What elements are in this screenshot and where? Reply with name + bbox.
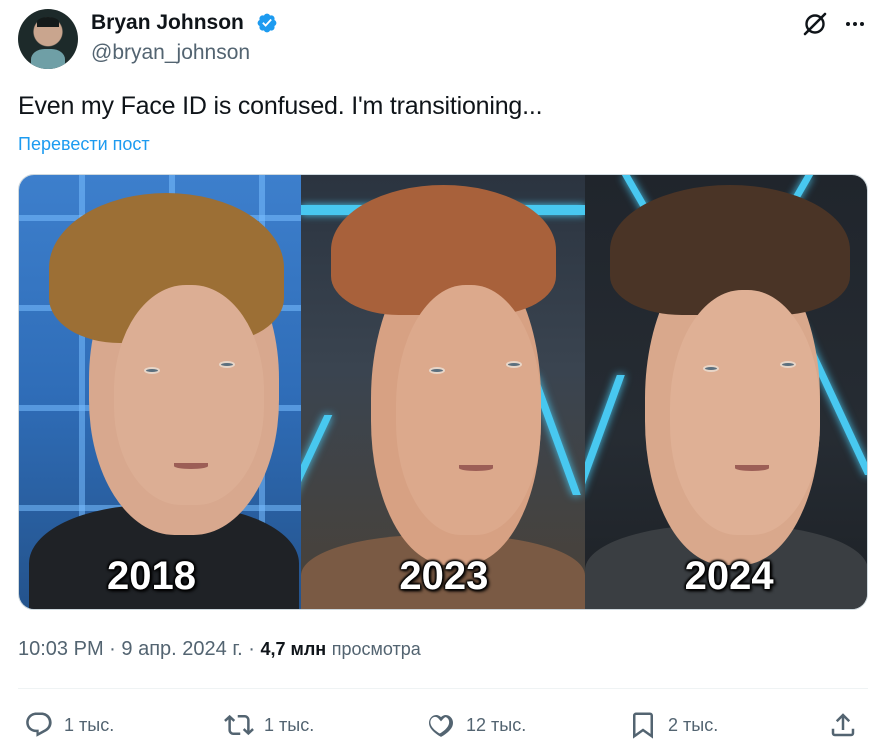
reply-count: 1 тыс. bbox=[64, 714, 115, 735]
tweet-media-image[interactable]: 2018 2023 2024 bbox=[18, 174, 868, 610]
divider bbox=[18, 688, 868, 689]
author-handle[interactable]: @bryan_johnson bbox=[91, 41, 250, 65]
avatar[interactable] bbox=[18, 9, 78, 69]
repost-button[interactable]: 1 тыс. bbox=[224, 708, 314, 742]
year-label: 2018 bbox=[107, 554, 196, 598]
repost-icon bbox=[224, 714, 254, 736]
translate-link[interactable]: Перевести пост bbox=[18, 134, 150, 155]
more-icon[interactable] bbox=[840, 9, 870, 39]
media-panel-2018: 2018 bbox=[19, 175, 302, 609]
views-label: просмотра bbox=[331, 639, 421, 659]
verified-badge-icon bbox=[257, 13, 277, 33]
media-panel-2024: 2024 bbox=[584, 175, 867, 609]
reply-button[interactable]: 1 тыс. bbox=[24, 708, 114, 742]
separator: · bbox=[109, 638, 116, 660]
share-button[interactable] bbox=[828, 708, 858, 742]
separator: · bbox=[248, 638, 255, 660]
bookmark-button[interactable]: 2 тыс. bbox=[628, 708, 718, 742]
year-label: 2023 bbox=[399, 554, 489, 598]
heart-icon bbox=[428, 714, 454, 737]
tweet-text: Even my Face ID is confused. I'm transit… bbox=[18, 92, 543, 120]
bookmark-count: 2 тыс. bbox=[668, 714, 719, 735]
bookmark-icon bbox=[633, 712, 653, 739]
tweet-meta: 10:03 PM · 9 апр. 2024 г. · 4,7 млн прос… bbox=[18, 638, 421, 661]
tweet-date[interactable]: 9 апр. 2024 г. bbox=[121, 638, 242, 660]
like-count: 12 тыс. bbox=[466, 714, 527, 735]
views-count[interactable]: 4,7 млн bbox=[261, 639, 327, 659]
share-icon bbox=[831, 713, 855, 737]
tweet-time[interactable]: 10:03 PM bbox=[18, 638, 104, 660]
like-button[interactable]: 12 тыс. bbox=[426, 708, 526, 742]
year-label: 2024 bbox=[684, 554, 774, 598]
author-display-name[interactable]: Bryan Johnson bbox=[91, 11, 244, 35]
reply-icon bbox=[26, 712, 52, 737]
grok-icon[interactable] bbox=[800, 9, 830, 39]
repost-count: 1 тыс. bbox=[264, 714, 315, 735]
media-panel-2023: 2023 bbox=[301, 175, 585, 609]
